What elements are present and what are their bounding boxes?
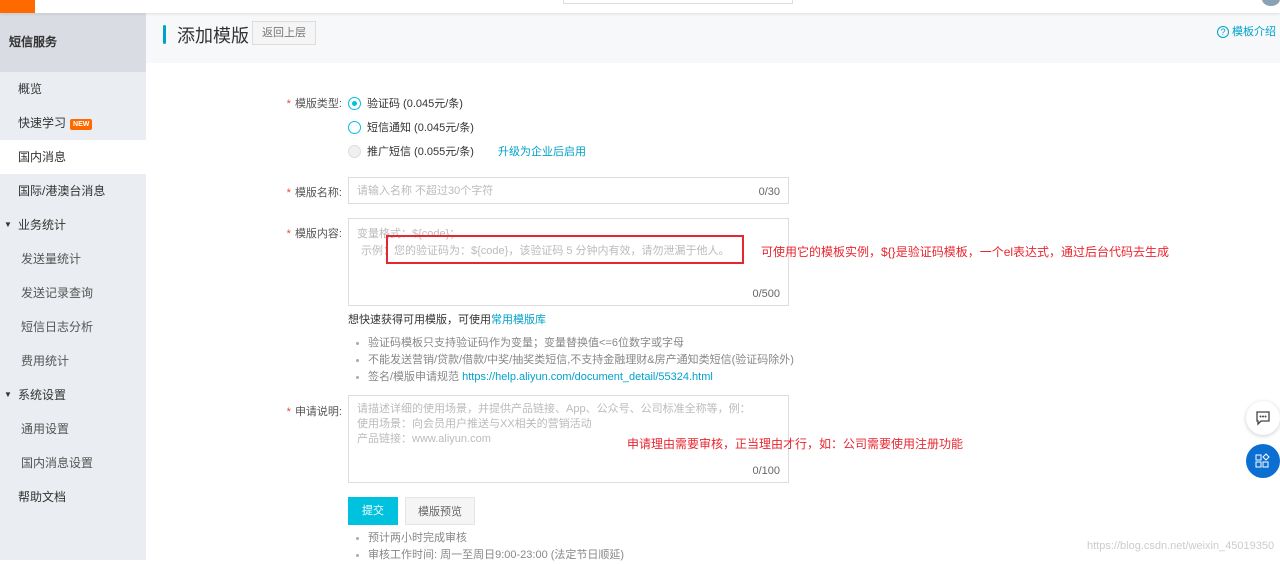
- name-placeholder: 请输入名称 不超过30个字符: [357, 185, 494, 197]
- upgrade-link[interactable]: 升级为企业后启用: [498, 143, 586, 159]
- note-item: 审核工作时间: 周一至周日9:00-23:00 (法定节日顺延): [356, 547, 624, 564]
- type-label: * 模版类型:: [286, 98, 342, 110]
- radio-notification[interactable]: 短信通知 (0.045元/条): [348, 119, 474, 135]
- radio-label: 推广短信 (0.055元/条): [367, 146, 474, 158]
- content-label: * 模版内容:: [286, 228, 342, 240]
- rules-list: 验证码模板只支持验证码作为变量；变量替换值<=6位数字或字母 不能发送营销/贷款…: [356, 335, 794, 386]
- radio-checked-icon: [348, 96, 361, 110]
- radio-label: 短信通知 (0.045元/条): [367, 122, 474, 134]
- apps-button[interactable]: [1246, 444, 1280, 478]
- sidebar-item-label: 短信日志分析: [21, 320, 94, 334]
- preview-button[interactable]: 模版预览: [405, 497, 475, 525]
- sidebar-item-send-volume[interactable]: 发送量统计: [0, 242, 146, 276]
- search-input[interactable]: [563, 0, 793, 4]
- chat-icon: [1256, 411, 1270, 426]
- sidebar-item-general-settings[interactable]: 通用设置: [0, 412, 146, 446]
- reason-char-count: 0/100: [752, 465, 780, 477]
- sidebar: 短信服务 概览 快速学习 NEW 国内消息 国际/港澳台消息 ▼ 业务统计 发送量统…: [0, 13, 146, 560]
- radio-verification-code[interactable]: 验证码 (0.045元/条): [348, 95, 463, 111]
- template-intro-link[interactable]: ? 模板介绍: [1217, 23, 1276, 39]
- back-button[interactable]: 返回上层: [252, 21, 316, 45]
- sidebar-group-stats[interactable]: ▼ 业务统计: [0, 208, 146, 242]
- name-char-count: 0/30: [758, 186, 780, 198]
- sidebar-item-label: 系统设置: [18, 388, 67, 402]
- reason-label: * 申请说明:: [286, 406, 342, 418]
- apps-icon: [1255, 453, 1270, 468]
- submit-button[interactable]: 提交: [348, 497, 398, 525]
- title-accent-bar: [163, 25, 166, 44]
- new-badge: NEW: [70, 119, 93, 130]
- sidebar-item-label: 国际/港澳台消息: [18, 184, 106, 198]
- radio-label: 验证码 (0.045元/条): [367, 98, 463, 110]
- sidebar-item-domestic[interactable]: 国内消息: [0, 140, 146, 174]
- sidebar-group-settings[interactable]: ▼ 系统设置: [0, 378, 146, 412]
- sidebar-item-label: 概览: [18, 82, 43, 96]
- rule-item: 不能发送营销/贷款/借款/中奖/抽奖类短信,不支持金融理财&房产通知类短信(验证…: [356, 352, 794, 369]
- page-header: 添加模版 返回上层 ? 模板介绍: [146, 13, 1280, 63]
- sidebar-item-domestic-settings[interactable]: 国内消息设置: [0, 446, 146, 480]
- name-label: * 模版名称:: [286, 187, 342, 199]
- radio-promotion: 推广短信 (0.055元/条) 升级为企业后启用: [348, 143, 586, 159]
- template-library-link[interactable]: 常用模版库: [491, 314, 546, 326]
- sidebar-item-send-records[interactable]: 发送记录查询: [0, 276, 146, 310]
- reason-placeholder-line: 请描述详细的使用场景，并提供产品链接、App、公众号、公司标准全称等，例：: [357, 403, 751, 415]
- sidebar-item-log-analysis[interactable]: 短信日志分析: [0, 310, 146, 344]
- content-char-count: 0/500: [752, 288, 780, 300]
- watermark: https://blog.csdn.net/weixin_45019350: [1087, 540, 1275, 552]
- library-hint: 想快速获得可用模版，可使用常用模版库: [348, 314, 546, 326]
- template-intro-label: 模板介绍: [1232, 26, 1276, 38]
- top-bar: [0, 0, 1280, 13]
- sidebar-header: 短信服务: [0, 13, 146, 72]
- sidebar-item-label: 费用统计: [21, 354, 70, 368]
- sidebar-item-label: 通用设置: [21, 422, 70, 436]
- chat-button[interactable]: [1246, 401, 1280, 435]
- rule-item: 验证码模板只支持验证码作为变量；变量替换值<=6位数字或字母: [356, 335, 794, 352]
- radio-disabled-icon: [348, 144, 361, 158]
- sidebar-item-label: 发送记录查询: [21, 286, 94, 300]
- template-name-input[interactable]: 请输入名称 不超过30个字符 0/30: [348, 177, 789, 204]
- sidebar-item-cost-stats[interactable]: 费用统计: [0, 344, 146, 378]
- sidebar-item-label: 帮助文档: [18, 490, 67, 504]
- sidebar-item-label: 发送量统计: [21, 252, 82, 266]
- note-item: 预计两小时完成审核: [356, 530, 624, 547]
- radio-unchecked-icon: [348, 120, 361, 134]
- sidebar-item-international[interactable]: 国际/港澳台消息: [0, 174, 146, 208]
- help-circle-icon: ?: [1217, 26, 1229, 38]
- page-title: 添加模版: [177, 26, 249, 46]
- spec-link[interactable]: https://help.aliyun.com/document_detail/…: [462, 371, 713, 383]
- annotation-content-note: 可使用它的模板实例，${}是验证码模板，一个el表达式，通过后台代码去生成: [761, 245, 1170, 259]
- sidebar-item-quick-learn[interactable]: 快速学习 NEW: [0, 106, 146, 140]
- review-notes: 预计两小时完成审核 审核工作时间: 周一至周日9:00-23:00 (法定节日顺…: [356, 530, 624, 564]
- sidebar-item-label: 业务统计: [18, 218, 67, 232]
- reason-placeholder-line: 使用场景：向会员用户推送与XX相关的营销活动: [357, 418, 592, 430]
- sidebar-item-overview[interactable]: 概览: [0, 72, 146, 106]
- annotation-reason-note: 申请理由需要审核，正当理由才行，如：公司需要使用注册功能: [627, 437, 964, 451]
- annotation-box: [386, 235, 744, 264]
- logo[interactable]: [0, 0, 35, 13]
- sidebar-item-label: 快速学习: [18, 116, 67, 130]
- rule-item: 签名/模版申请规范 https://help.aliyun.com/docume…: [356, 369, 794, 386]
- avatar[interactable]: [1262, 0, 1280, 6]
- sidebar-item-help[interactable]: 帮助文档: [0, 480, 146, 514]
- caret-down-icon: ▼: [4, 390, 12, 399]
- sidebar-item-label: 国内消息设置: [21, 456, 94, 470]
- caret-down-icon: ▼: [4, 220, 12, 229]
- sidebar-item-label: 国内消息: [18, 150, 67, 164]
